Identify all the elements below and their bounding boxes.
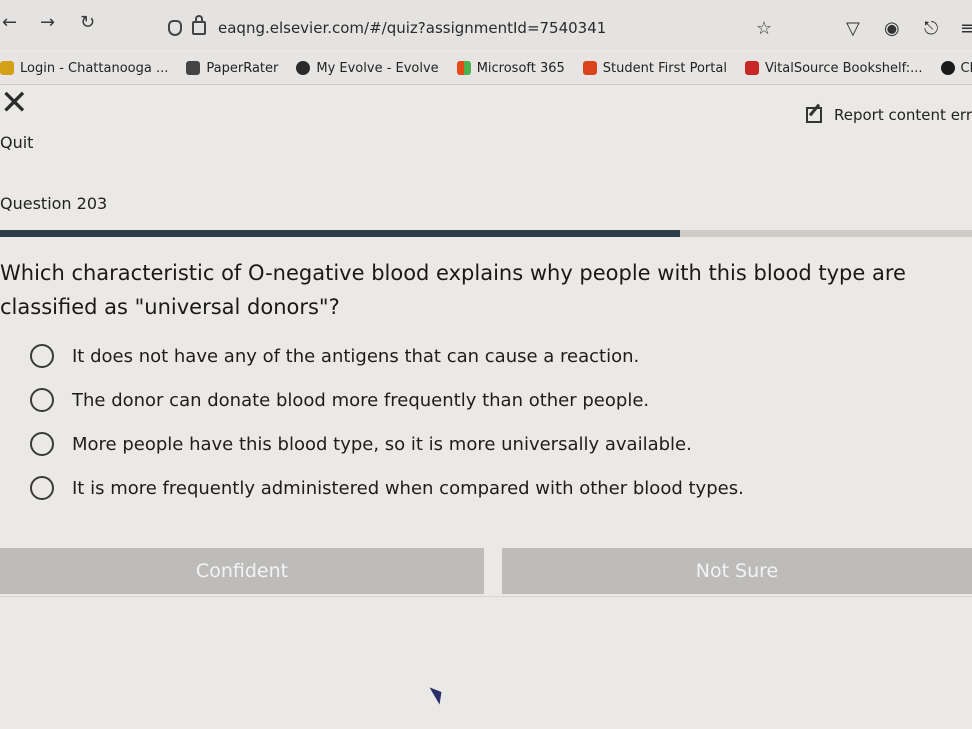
answer-option[interactable]: It does not have any of the antigens tha… [30,334,960,378]
radio-button[interactable] [30,432,54,456]
answer-option[interactable]: The donor can donate blood more frequent… [30,378,960,422]
edit-icon [806,107,822,123]
radio-button[interactable] [30,388,54,412]
not-sure-button[interactable]: Not Sure [502,548,972,594]
pen-logo-icon [186,61,201,75]
confident-button[interactable]: Confident [0,548,484,594]
bookmark-label: Microsoft 365 [476,60,565,76]
quit-label[interactable]: Quit [0,133,33,152]
radio-button[interactable] [30,344,54,368]
url-text[interactable]: eaqng.elsevier.com/#/quiz?assignmentId=7… [218,19,606,37]
bookmark-vitalsource[interactable]: VitalSource Bookshelf:... [744,60,923,76]
close-icon[interactable]: ✕ [0,86,29,120]
option-text: It is more frequently administered when … [72,477,744,499]
vitalsource-logo-icon [744,61,759,75]
evolve-logo-icon [296,61,311,75]
bookmark-paperrater[interactable]: PaperRater [186,61,278,76]
forward-arrow-icon[interactable]: → [40,12,55,33]
bookmarks-bar: Login - Chattanooga ... PaperRater My Ev… [0,52,972,85]
answer-option[interactable]: It is more frequently administered when … [30,466,960,510]
bookmark-label: Login - Chattanooga ... [20,60,169,76]
lock-icon [192,15,206,35]
progress-bar [0,230,972,237]
shield-icon [168,20,182,36]
option-text: It does not have any of the antigens tha… [72,345,640,367]
bookmark-label: PaperRater [206,60,279,76]
progress-fill [0,230,681,237]
bookmark-chattanooga[interactable]: Login - Chattanooga ... [0,61,168,76]
bookmark-label: ChatGPT [960,60,972,76]
report-content-error-link[interactable]: Report content erro [806,106,972,124]
star-icon[interactable]: ☆ [756,18,772,39]
divider [0,596,972,597]
address-bar[interactable]: eaqng.elsevier.com/#/quiz?assignmentId=7… [168,14,778,42]
quiz-page: ✕ Quit Report content erro Question 203 … [0,86,972,729]
option-text: The donor can donate blood more frequent… [72,389,650,411]
bookmark-label: Student First Portal [602,60,727,76]
bookmark-microsoft-365[interactable]: Microsoft 365 [456,60,565,76]
pocket-icon[interactable]: ▽ [846,18,860,39]
answer-options: It does not have any of the antigens tha… [30,334,960,510]
chatgpt-logo-icon [940,61,955,75]
bookmark-student-first-portal[interactable]: Student First Portal [582,60,727,76]
account-icon[interactable]: ◉ [884,18,900,39]
radio-button[interactable] [30,476,54,500]
answer-option[interactable]: More people have this blood type, so it … [30,422,960,466]
browser-toolbar: ← → ↻ eaqng.elsevier.com/#/quiz?assignme… [0,0,972,50]
back-arrow-icon[interactable]: ← [2,12,17,33]
portal-logo-icon [582,61,597,75]
report-label: Report content erro [834,106,972,124]
bookmark-label: VitalSource Bookshelf:... [764,60,923,76]
question-text: Which characteristic of O-negative blood… [0,261,906,319]
chattanooga-logo-icon [0,61,14,75]
mouse-cursor-icon [429,683,447,705]
option-text: More people have this blood type, so it … [72,433,692,455]
confidence-buttons: Confident Not Sure [0,548,972,596]
bookmark-chatgpt[interactable]: ChatGPT [940,60,972,76]
bookmark-label: My Evolve - Evolve [316,60,439,76]
microsoft-logo-icon [456,61,471,75]
menu-icon[interactable]: ≡ [960,18,972,39]
question-number: Question 203 [0,194,108,213]
reload-icon[interactable]: ↻ [80,12,95,33]
extensions-icon[interactable]: ⎋ [924,18,938,39]
bookmark-evolve[interactable]: My Evolve - Evolve [296,60,439,76]
